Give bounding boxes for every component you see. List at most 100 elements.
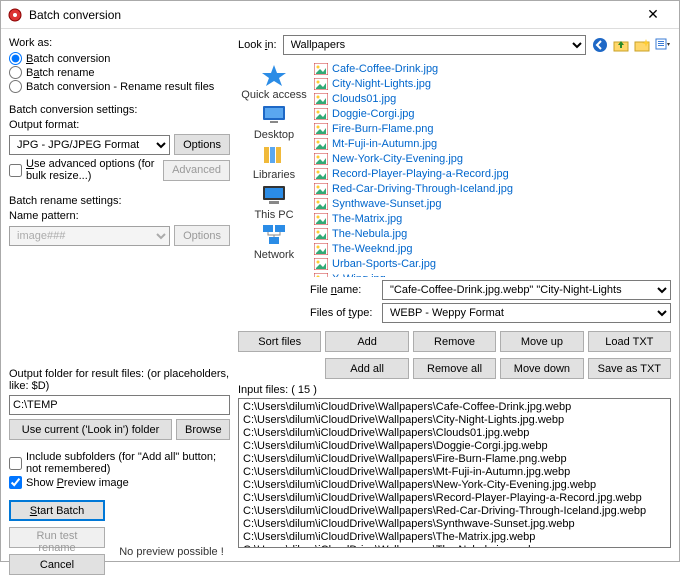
place-quick-access[interactable]: Quick access: [241, 63, 306, 101]
image-file-icon: [314, 258, 328, 270]
file-item-name: Clouds01.jpg: [332, 93, 396, 105]
place-desktop[interactable]: Desktop: [254, 103, 294, 141]
include-subfolders-label: Include subfolders (for "Add all" button…: [26, 451, 230, 475]
file-item[interactable]: The-Weeknd.jpg: [312, 241, 669, 256]
save-txt-button[interactable]: Save as TXT: [588, 358, 671, 379]
file-item-name: Cafe-Coffee-Drink.jpg: [332, 63, 438, 75]
image-file-icon: [314, 108, 328, 120]
file-item[interactable]: Record-Player-Playing-a-Record.jpg: [312, 166, 669, 181]
new-folder-icon[interactable]: [634, 37, 650, 53]
file-item[interactable]: Doggie-Corgi.jpg: [312, 106, 669, 121]
file-item[interactable]: City-Night-Lights.jpg: [312, 76, 669, 91]
image-file-icon: [314, 123, 328, 135]
rename-options-button: Options: [174, 225, 230, 246]
input-file-item[interactable]: C:\Users\dilum\iCloudDrive\Wallpapers\Ca…: [243, 401, 666, 414]
file-item[interactable]: Synthwave-Sunset.jpg: [312, 196, 669, 211]
input-file-item[interactable]: C:\Users\dilum\iCloudDrive\Wallpapers\Mt…: [243, 466, 666, 479]
no-preview-text: No preview possible !: [113, 546, 230, 558]
input-file-item[interactable]: C:\Users\dilum\iCloudDrive\Wallpapers\Cl…: [243, 427, 666, 440]
radio-batch-rename[interactable]: [9, 66, 22, 79]
input-file-item[interactable]: C:\Users\dilum\iCloudDrive\Wallpapers\Sy…: [243, 518, 666, 531]
files-of-type-select[interactable]: WEBP - Weppy Format: [382, 303, 671, 323]
add-all-button[interactable]: Add all: [325, 358, 408, 379]
image-file-icon: [314, 228, 328, 240]
file-item-name: The-Weeknd.jpg: [332, 243, 413, 255]
close-button[interactable]: ✕: [633, 6, 673, 23]
show-preview-checkbox[interactable]: [9, 476, 22, 489]
file-item-name: City-Night-Lights.jpg: [332, 78, 431, 90]
image-file-icon: [314, 183, 328, 195]
file-item[interactable]: The-Nebula.jpg: [312, 226, 669, 241]
input-file-item[interactable]: C:\Users\dilum\iCloudDrive\Wallpapers\Do…: [243, 440, 666, 453]
files-of-type-label: Files of type:: [310, 307, 376, 319]
place-network[interactable]: Network: [254, 223, 294, 261]
browse-button[interactable]: Browse: [176, 419, 230, 440]
remove-button[interactable]: Remove: [413, 331, 496, 352]
move-up-button[interactable]: Move up: [500, 331, 583, 352]
advanced-options-label: Use advanced options (for bulk resize...…: [26, 158, 159, 182]
sort-files-button[interactable]: Sort files: [238, 331, 321, 352]
title-bar: Batch conversion ✕: [1, 1, 679, 29]
file-item-name: X-Wing.jpg: [332, 273, 386, 278]
file-name-label: File name:: [310, 284, 376, 296]
file-item[interactable]: Clouds01.jpg: [312, 91, 669, 106]
file-list[interactable]: Cafe-Coffee-Drink.jpg City-Night-Lights.j…: [310, 59, 671, 277]
input-file-item[interactable]: C:\Users\dilum\iCloudDrive\Wallpapers\Ci…: [243, 414, 666, 427]
back-icon[interactable]: [592, 37, 608, 53]
file-item[interactable]: The-Matrix.jpg: [312, 211, 669, 226]
input-file-item[interactable]: C:\Users\dilum\iCloudDrive\Wallpapers\Re…: [243, 505, 666, 518]
file-item-name: Urban-Sports-Car.jpg: [332, 258, 436, 270]
file-item[interactable]: Mt-Fuji-in-Autumn.jpg: [312, 136, 669, 151]
file-item[interactable]: New-York-City-Evening.jpg: [312, 151, 669, 166]
up-folder-icon[interactable]: [613, 37, 629, 53]
file-item[interactable]: Urban-Sports-Car.jpg: [312, 256, 669, 271]
format-options-button[interactable]: Options: [174, 134, 230, 155]
output-format-label: Output format:: [9, 119, 230, 131]
place-this-pc[interactable]: This PC: [254, 183, 293, 221]
radio-batch-conversion-rename[interactable]: [9, 80, 22, 93]
add-button[interactable]: Add: [325, 331, 408, 352]
file-item[interactable]: Fire-Burn-Flame.png: [312, 121, 669, 136]
include-subfolders-checkbox[interactable]: [9, 457, 22, 470]
image-file-icon: [314, 213, 328, 225]
radio-batch-conversion[interactable]: [9, 52, 22, 65]
work-as-label: Work as:: [9, 37, 230, 49]
show-preview-label: Show Preview image: [26, 477, 129, 489]
output-format-select[interactable]: JPG - JPG/JPEG Format: [9, 135, 170, 155]
image-file-icon: [314, 93, 328, 105]
image-file-icon: [314, 153, 328, 165]
conv-settings-label: Batch conversion settings:: [9, 104, 230, 116]
place-libraries[interactable]: Libraries: [253, 143, 295, 181]
image-file-icon: [314, 63, 328, 75]
view-menu-icon[interactable]: [655, 37, 671, 53]
name-pattern-label: Name pattern:: [9, 210, 230, 222]
file-item[interactable]: Cafe-Coffee-Drink.jpg: [312, 61, 669, 76]
file-item-name: Red-Car-Driving-Through-Iceland.jpg: [332, 183, 513, 195]
input-file-item[interactable]: C:\Users\dilum\iCloudDrive\Wallpapers\Ne…: [243, 479, 666, 492]
input-file-item[interactable]: C:\Users\dilum\iCloudDrive\Wallpapers\Fi…: [243, 453, 666, 466]
run-test-rename-button: Run test rename: [9, 527, 105, 548]
advanced-options-checkbox[interactable]: [9, 164, 22, 177]
file-item[interactable]: X-Wing.jpg: [312, 271, 669, 277]
advanced-button: Advanced: [163, 160, 230, 181]
file-item[interactable]: Red-Car-Driving-Through-Iceland.jpg: [312, 181, 669, 196]
file-item-name: Synthwave-Sunset.jpg: [332, 198, 441, 210]
input-files-label: Input files: ( 15 ): [238, 384, 671, 396]
image-file-icon: [314, 78, 328, 90]
cancel-button[interactable]: Cancel: [9, 554, 105, 575]
remove-all-button[interactable]: Remove all: [413, 358, 496, 379]
input-file-item[interactable]: C:\Users\dilum\iCloudDrive\Wallpapers\Th…: [243, 544, 666, 548]
input-file-item[interactable]: C:\Users\dilum\iCloudDrive\Wallpapers\Re…: [243, 492, 666, 505]
file-item-name: The-Matrix.jpg: [332, 213, 402, 225]
input-files-list[interactable]: C:\Users\dilum\iCloudDrive\Wallpapers\Ca…: [238, 398, 671, 548]
load-txt-button[interactable]: Load TXT: [588, 331, 671, 352]
radio-batch-conversion-rename-label: Batch conversion - Rename result files: [26, 81, 214, 93]
move-down-button[interactable]: Move down: [500, 358, 583, 379]
start-batch-button[interactable]: Start Batch: [9, 500, 105, 521]
rename-settings-label: Batch rename settings:: [9, 195, 230, 207]
file-name-select[interactable]: "Cafe-Coffee-Drink.jpg.webp" "City-Night…: [382, 280, 671, 300]
input-file-item[interactable]: C:\Users\dilum\iCloudDrive\Wallpapers\Th…: [243, 531, 666, 544]
use-current-folder-button[interactable]: Use current ('Look in') folder: [9, 419, 172, 440]
output-folder-input[interactable]: [9, 395, 230, 415]
look-in-select[interactable]: Wallpapers: [283, 35, 586, 55]
